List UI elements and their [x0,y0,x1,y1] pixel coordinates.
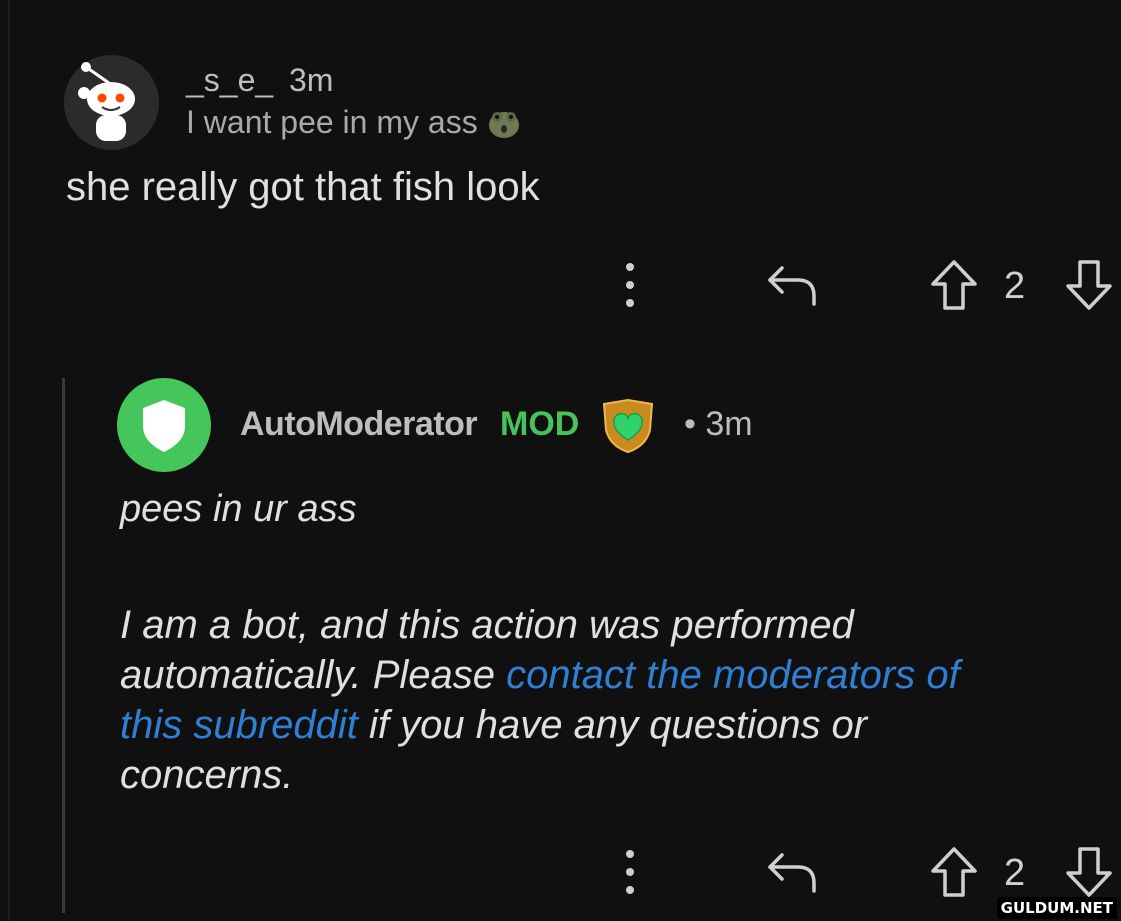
watermark: GULDUM.NET [996,897,1117,919]
reply-body: pees in ur ass [120,488,357,530]
comment-body: she really got that fish look [66,165,540,209]
timestamp: 3m [289,62,334,98]
flair-text: I want pee in my ass [186,104,478,140]
upvote-arrow-icon[interactable] [927,845,981,899]
username[interactable]: AutoModerator [240,405,478,444]
downvote-arrow-icon[interactable] [1062,845,1116,899]
upvote-arrow-icon[interactable] [927,258,981,312]
reply-arrow-icon[interactable] [764,260,822,310]
automoderator-avatar[interactable] [117,378,211,472]
frog-face-icon [488,111,519,138]
avatar[interactable] [64,55,159,150]
shield-icon [143,400,185,452]
timestamp: • 3m [684,405,753,443]
more-vertical-icon[interactable] [612,257,648,313]
snoo-icon [78,62,135,141]
username[interactable]: _s_e_ [186,62,273,99]
vote-count: 2 [1004,265,1026,307]
vote-count: 2 [1004,852,1026,894]
reply-thread-line[interactable] [62,378,65,913]
reply-arrow-icon[interactable] [764,847,822,897]
downvote-arrow-icon[interactable] [1062,258,1116,312]
comment-actions: 2 [0,255,1121,315]
reply-actions: 2 [0,842,1121,902]
green-heart-shield-award-icon[interactable] [598,396,658,456]
more-vertical-icon[interactable] [612,844,648,900]
bot-disclaimer: I am a bot, and this action was performe… [120,600,1020,800]
user-flair: I want pee in my ass [186,104,522,141]
mod-badge: MOD [500,405,580,443]
thread-line [8,0,10,921]
